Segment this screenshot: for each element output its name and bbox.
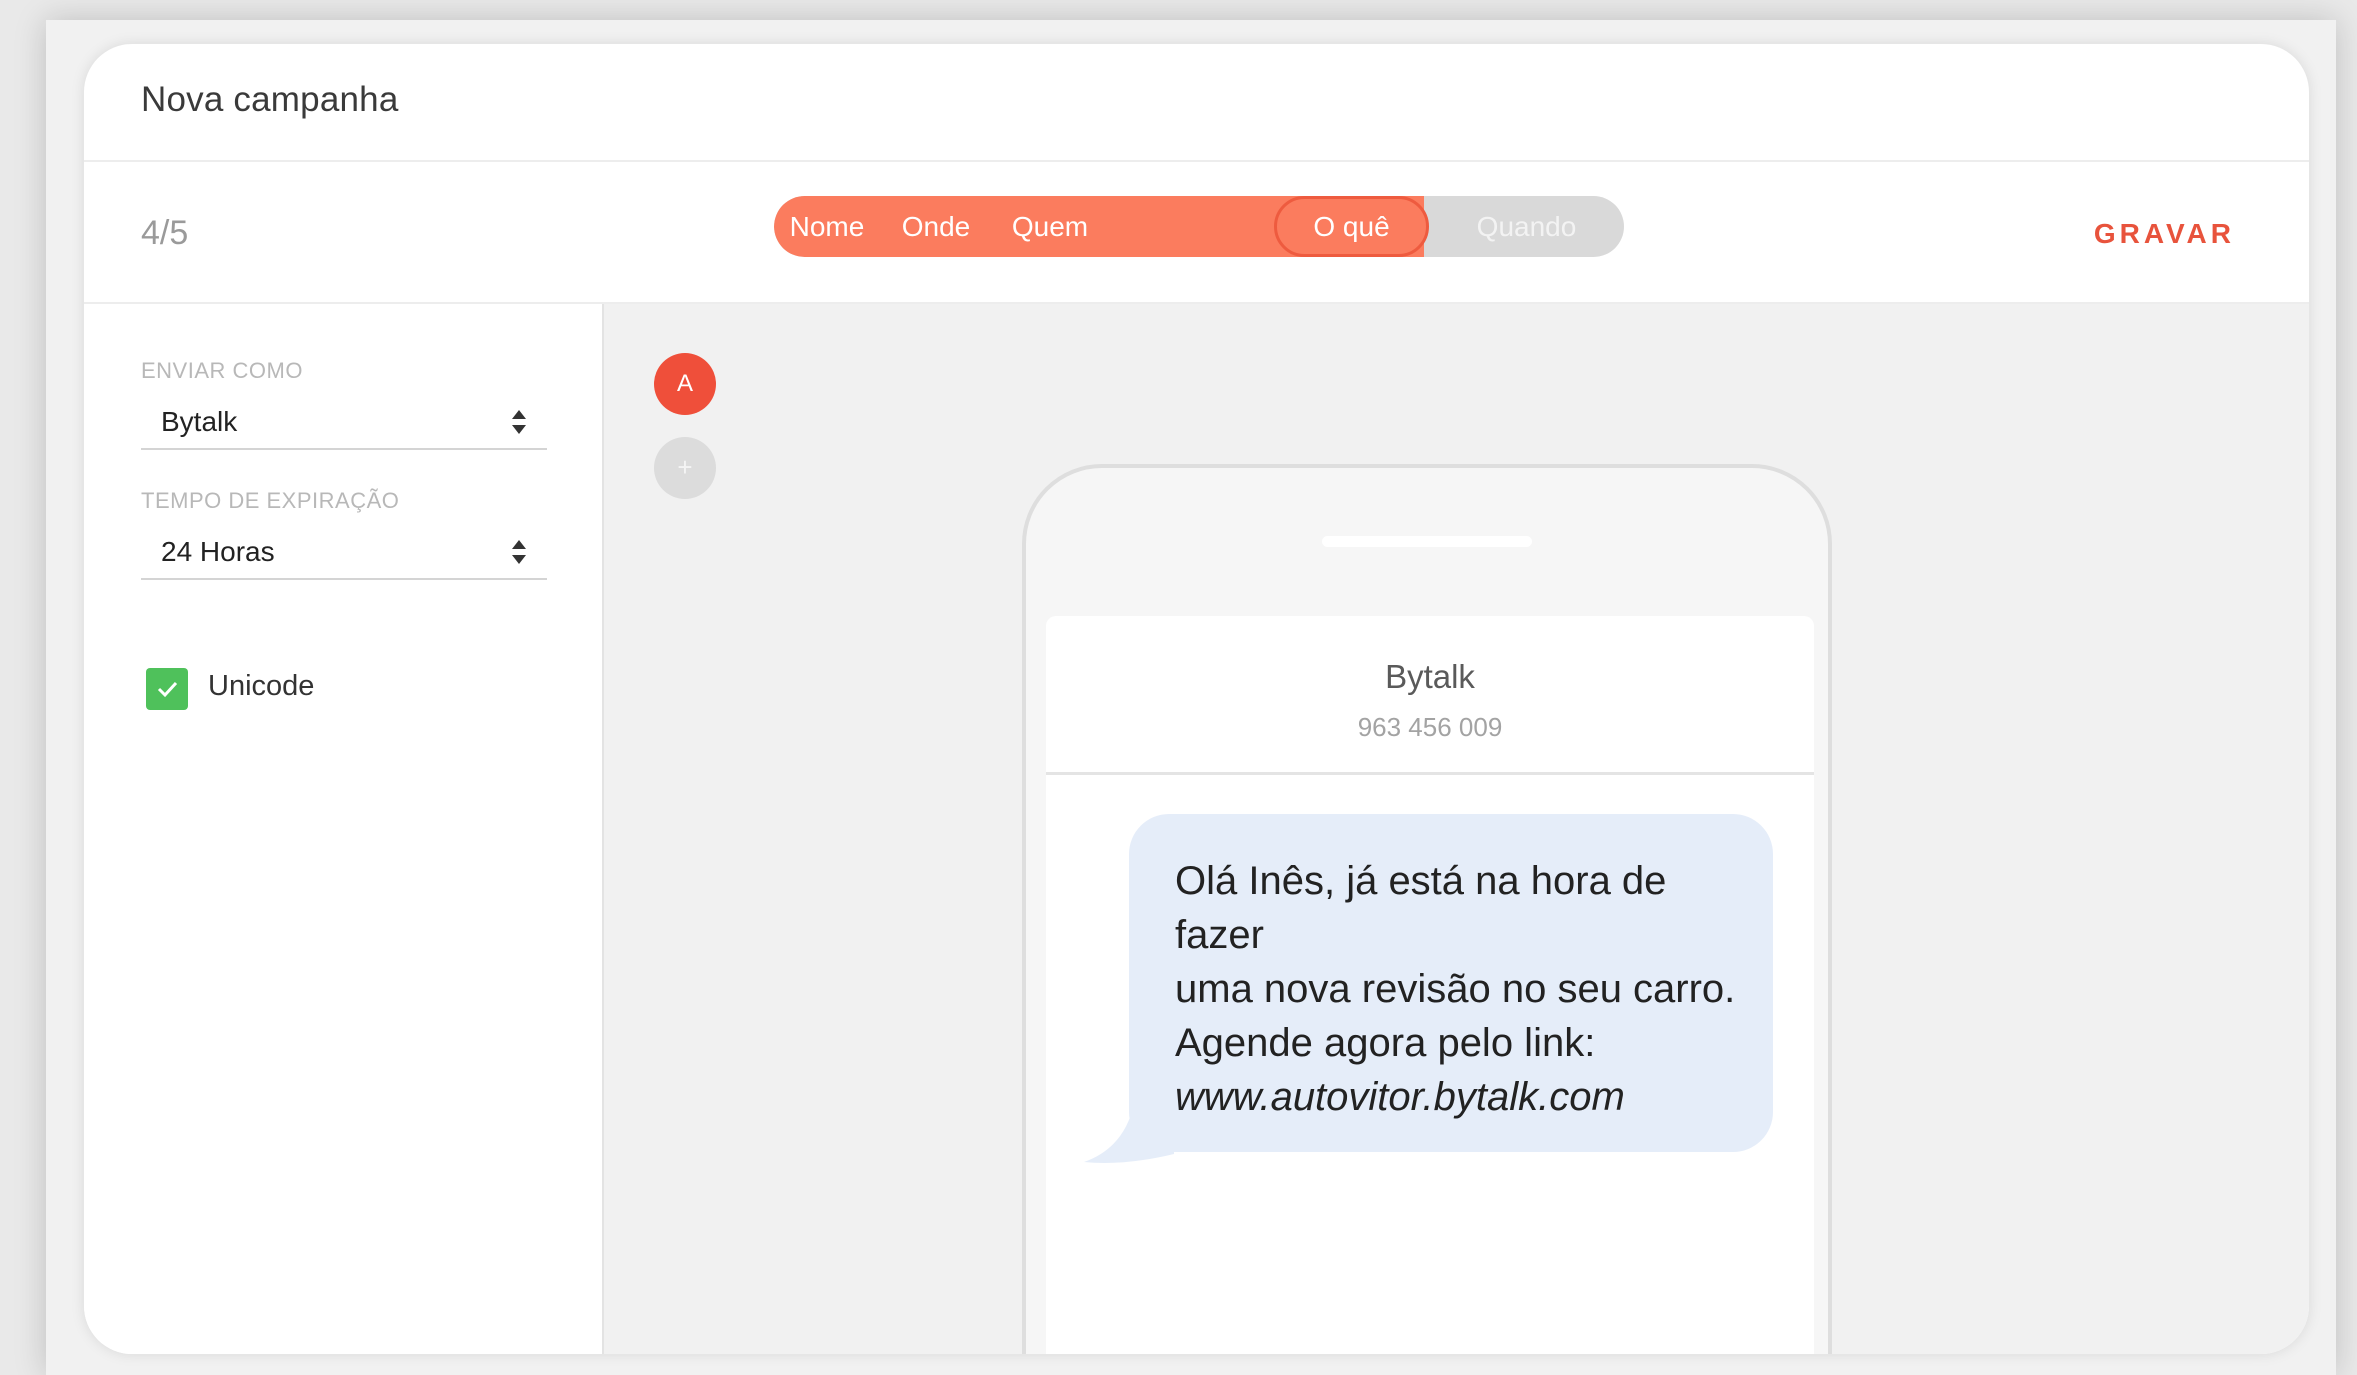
campaign-card: Nova campanha 4/5 Nome Onde Quem O quê Q… bbox=[84, 44, 2309, 1354]
step-quem[interactable]: Quem bbox=[992, 196, 1108, 257]
card-header: Nova campanha bbox=[84, 44, 2309, 162]
step-nome[interactable]: Nome bbox=[774, 196, 880, 257]
unicode-checkbox[interactable] bbox=[146, 668, 188, 710]
message-bubble[interactable]: Olá Inês, já está na hora de fazer uma n… bbox=[1129, 814, 1773, 1152]
message-line: Agende agora pelo link: bbox=[1175, 1021, 1596, 1065]
page-title: Nova campanha bbox=[141, 80, 399, 119]
wizard-toolbar: 4/5 Nome Onde Quem O quê Quando GRAVAR bbox=[84, 162, 2309, 304]
unicode-label: Unicode bbox=[208, 670, 315, 702]
phone-screen: Bytalk 963 456 009 Olá Inês, já está na … bbox=[1046, 616, 1814, 1354]
add-message-button[interactable]: + bbox=[654, 437, 716, 499]
step-counter: 4/5 bbox=[141, 214, 189, 252]
message-line: uma nova revisão no seu carro. bbox=[1175, 967, 1736, 1011]
message-line: Olá Inês, já está na hora de fazer bbox=[1175, 859, 1667, 957]
step-quando[interactable]: Quando bbox=[1429, 196, 1624, 257]
send-as-select[interactable]: Bytalk bbox=[141, 400, 547, 450]
save-button[interactable]: GRAVAR bbox=[2094, 218, 2235, 250]
contact-header: Bytalk 963 456 009 bbox=[1046, 616, 1814, 775]
select-arrows-icon bbox=[512, 540, 526, 564]
contact-name: Bytalk bbox=[1385, 658, 1475, 695]
message-editor-area: A + Bytalk 963 456 009 Olá Inês, já está… bbox=[604, 304, 2309, 1354]
expiration-value: 24 Horas bbox=[161, 536, 275, 567]
expiration-label: TEMPO DE EXPIRAÇÃO bbox=[141, 488, 400, 513]
phone-speaker bbox=[1322, 536, 1532, 547]
send-as-label: ENVIAR COMO bbox=[141, 358, 303, 383]
contact-number: 963 456 009 bbox=[1357, 712, 1503, 742]
checkmark-icon bbox=[157, 681, 178, 698]
send-as-value: Bytalk bbox=[161, 406, 238, 437]
wizard-stepper: Nome Onde Quem O quê Quando bbox=[774, 196, 1624, 257]
message-tab-a[interactable]: A bbox=[654, 353, 716, 415]
settings-panel: ENVIAR COMO Bytalk TEMPO DE EXPIRAÇÃO 24… bbox=[84, 304, 604, 1354]
phone-preview: Bytalk 963 456 009 Olá Inês, já está na … bbox=[1022, 464, 1832, 1354]
select-arrows-icon bbox=[512, 410, 526, 434]
expiration-select[interactable]: 24 Horas bbox=[141, 530, 547, 580]
message-link: www.autovitor.bytalk.com bbox=[1175, 1075, 1625, 1119]
step-onde[interactable]: Onde bbox=[880, 196, 992, 257]
message-text: Olá Inês, já está na hora de fazer uma n… bbox=[1175, 854, 1745, 1124]
step-o-que[interactable]: O quê bbox=[1274, 196, 1429, 257]
